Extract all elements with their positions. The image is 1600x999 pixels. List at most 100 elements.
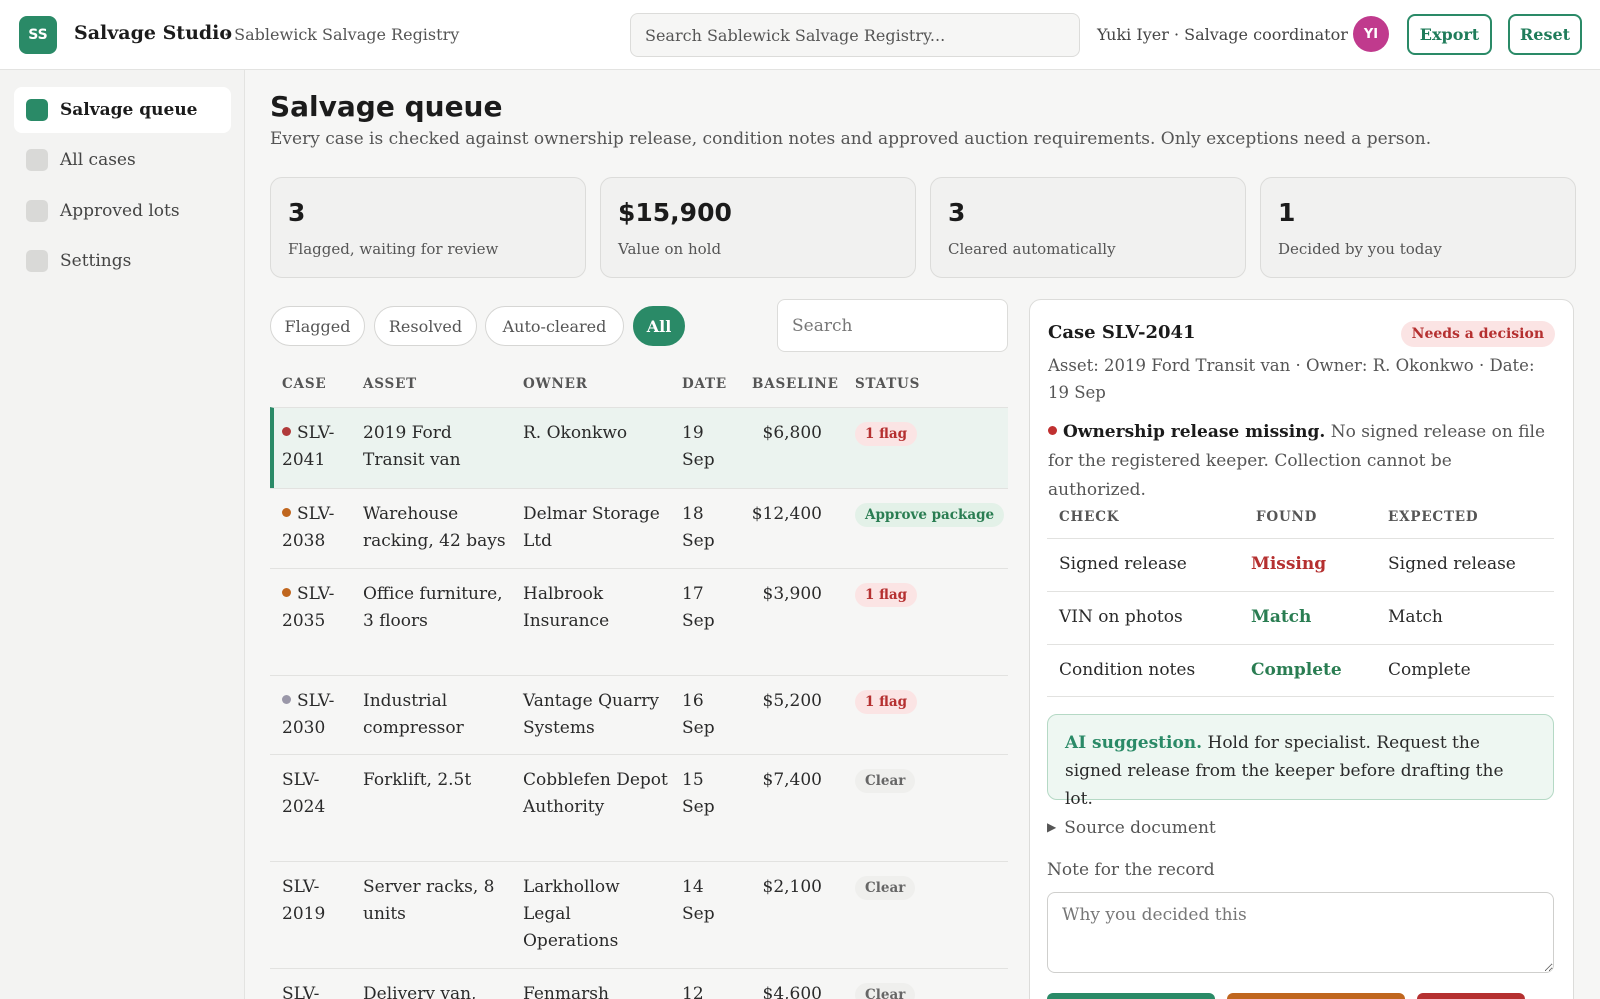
- check-expected: Match: [1388, 607, 1443, 627]
- table-row[interactable]: SLV- 2035 Office furniture, 3 floors Halb…: [270, 568, 1008, 675]
- status-badge: 1 flag: [855, 690, 918, 714]
- ai-suggestion-label: AI suggestion.: [1065, 733, 1203, 753]
- reset-button[interactable]: Reset: [1508, 14, 1582, 55]
- baseline: $6,800: [762, 423, 822, 443]
- registry-name: · Sablewick Salvage Registry: [224, 25, 460, 44]
- expected-column-header: EXPECTED: [1388, 509, 1479, 525]
- sidebar-item-approved-lots[interactable]: Approved lots: [14, 188, 231, 234]
- owner: Halbrook Insurance: [523, 584, 610, 631]
- sidebar-item-all-cases[interactable]: All cases: [14, 137, 231, 183]
- check-name: Condition notes: [1059, 660, 1196, 680]
- reject-action-button[interactable]: [1417, 993, 1525, 999]
- case-meta: Asset: 2019 Ford Transit van · Owner: R.…: [1048, 356, 1535, 402]
- column-header-date[interactable]: DATE: [682, 376, 727, 392]
- stat-label: Decided by you today: [1278, 240, 1442, 258]
- stat-card-decided: 1 Decided by you today: [1260, 177, 1576, 278]
- case-id: SLV- 2024: [282, 770, 326, 817]
- check-found: Match: [1251, 607, 1312, 627]
- settings-icon: [26, 250, 48, 272]
- stat-value: 3: [288, 198, 306, 227]
- check-found: Complete: [1251, 660, 1342, 680]
- table-row[interactable]: SLV- 2024 Forklift, 2.5t Cobblefen Depot …: [270, 754, 1008, 861]
- table-row[interactable]: SLV- 2038 Warehouse racking, 42 bays Delm…: [270, 488, 1008, 568]
- status-dot-icon: [282, 588, 291, 597]
- check-expected: Complete: [1388, 660, 1471, 680]
- baseline: $5,200: [762, 691, 822, 711]
- date: 19 Sep: [682, 423, 715, 470]
- owner: Delmar Storage Ltd: [523, 504, 660, 551]
- status-dot-icon: [282, 695, 291, 704]
- table-row[interactable]: SLV- 2019 Server racks, 8 units Larkhollo…: [270, 861, 1008, 968]
- avatar[interactable]: YI: [1353, 16, 1389, 52]
- check-row: VIN on photos Match Match: [1047, 591, 1554, 644]
- all-cases-icon: [26, 149, 48, 171]
- filter-resolved[interactable]: Resolved: [374, 306, 477, 346]
- stat-label: Value on hold: [618, 240, 722, 258]
- sidebar-item-settings[interactable]: Settings: [14, 238, 231, 284]
- column-header-owner[interactable]: OWNER: [523, 376, 588, 392]
- baseline: $12,400: [751, 504, 822, 524]
- table-row[interactable]: SLV- 2041 2019 Ford Transit van R. Okonkw…: [270, 407, 1008, 488]
- global-search-input[interactable]: [630, 13, 1080, 57]
- approved-lots-icon: [26, 200, 48, 222]
- stat-label: Cleared automatically: [948, 240, 1116, 258]
- export-button[interactable]: Export: [1407, 14, 1492, 55]
- source-document-toggle[interactable]: ▶ Source document: [1047, 818, 1216, 838]
- user-label: Yuki Iyer · Salvage coordinator: [1097, 25, 1348, 44]
- triangle-right-icon: ▶: [1047, 820, 1057, 834]
- stat-label: Flagged, waiting for review: [288, 240, 499, 258]
- sidebar-item-salvage-queue[interactable]: Salvage queue: [14, 87, 231, 133]
- case-id: SLV- 2035: [282, 584, 335, 631]
- asset: 2019 Ford Transit van: [363, 423, 461, 470]
- case-id: SLV-: [282, 984, 320, 999]
- filter-auto-cleared[interactable]: Auto-cleared: [485, 306, 624, 346]
- table-search-input[interactable]: [777, 299, 1008, 352]
- status-badge: Clear: [855, 769, 916, 793]
- sidebar-item-label: Salvage queue: [60, 100, 198, 120]
- stat-value: 3: [948, 198, 966, 227]
- filter-flagged[interactable]: Flagged: [270, 306, 365, 346]
- status-dot-icon: [282, 427, 291, 436]
- baseline: $2,100: [762, 877, 822, 897]
- column-header-baseline[interactable]: BASELINE: [752, 376, 839, 392]
- table-row[interactable]: SLV- 2030 Industrial compressor Vantage Q…: [270, 675, 1008, 754]
- filter-all[interactable]: All: [633, 306, 685, 346]
- sidebar: Salvage queue All cases Approved lots Se…: [0, 70, 245, 999]
- asset: Warehouse racking, 42 bays: [363, 504, 506, 551]
- owner: Larkhollow Legal Operations: [523, 877, 620, 951]
- date: 15 Sep: [682, 770, 715, 817]
- top-bar: SS Salvage Studio · Sablewick Salvage Re…: [0, 0, 1600, 70]
- asset: Server racks, 8 units: [363, 877, 495, 924]
- check-expected: Signed release: [1388, 554, 1516, 574]
- owner: Fenmarsh: [523, 984, 609, 999]
- stat-value: $15,900: [618, 198, 732, 227]
- date: 14 Sep: [682, 877, 715, 924]
- hold-action-button[interactable]: [1227, 993, 1405, 999]
- owner: R. Okonkwo: [523, 423, 628, 443]
- case-id: SLV- 2038: [282, 504, 335, 551]
- check-name: Signed release: [1059, 554, 1187, 574]
- note-textarea[interactable]: [1047, 892, 1554, 973]
- status-badge: Approve package: [855, 503, 1005, 527]
- approve-action-button[interactable]: [1047, 993, 1215, 999]
- table-row[interactable]: SLV- Delivery van, Fenmarsh 12 $4,600 Cl…: [270, 968, 1008, 999]
- stat-card-flagged: 3 Flagged, waiting for review: [270, 177, 586, 278]
- note-label: Note for the record: [1047, 860, 1215, 880]
- date: 12: [682, 984, 704, 999]
- column-header-asset[interactable]: ASSET: [363, 376, 417, 392]
- sidebar-item-label: Approved lots: [60, 201, 180, 221]
- status-badge: 1 flag: [855, 583, 918, 607]
- asset: Delivery van,: [363, 984, 477, 999]
- issue-title: Ownership release missing.: [1063, 422, 1326, 442]
- column-header-case[interactable]: CASE: [282, 376, 326, 392]
- case-id: SLV- 2041: [282, 423, 335, 470]
- baseline: $3,900: [762, 584, 822, 604]
- asset: Forklift, 2.5t: [363, 770, 472, 790]
- status-badge: Clear: [855, 983, 916, 999]
- ai-suggestion: AI suggestion. Hold for specialist. Requ…: [1047, 714, 1554, 809]
- asset: Industrial compressor: [363, 691, 464, 738]
- decision-badge: Needs a decision: [1400, 321, 1555, 347]
- asset: Office furniture, 3 floors: [363, 584, 503, 631]
- app-name: Salvage Studio: [74, 22, 233, 44]
- column-header-status[interactable]: STATUS: [855, 376, 920, 392]
